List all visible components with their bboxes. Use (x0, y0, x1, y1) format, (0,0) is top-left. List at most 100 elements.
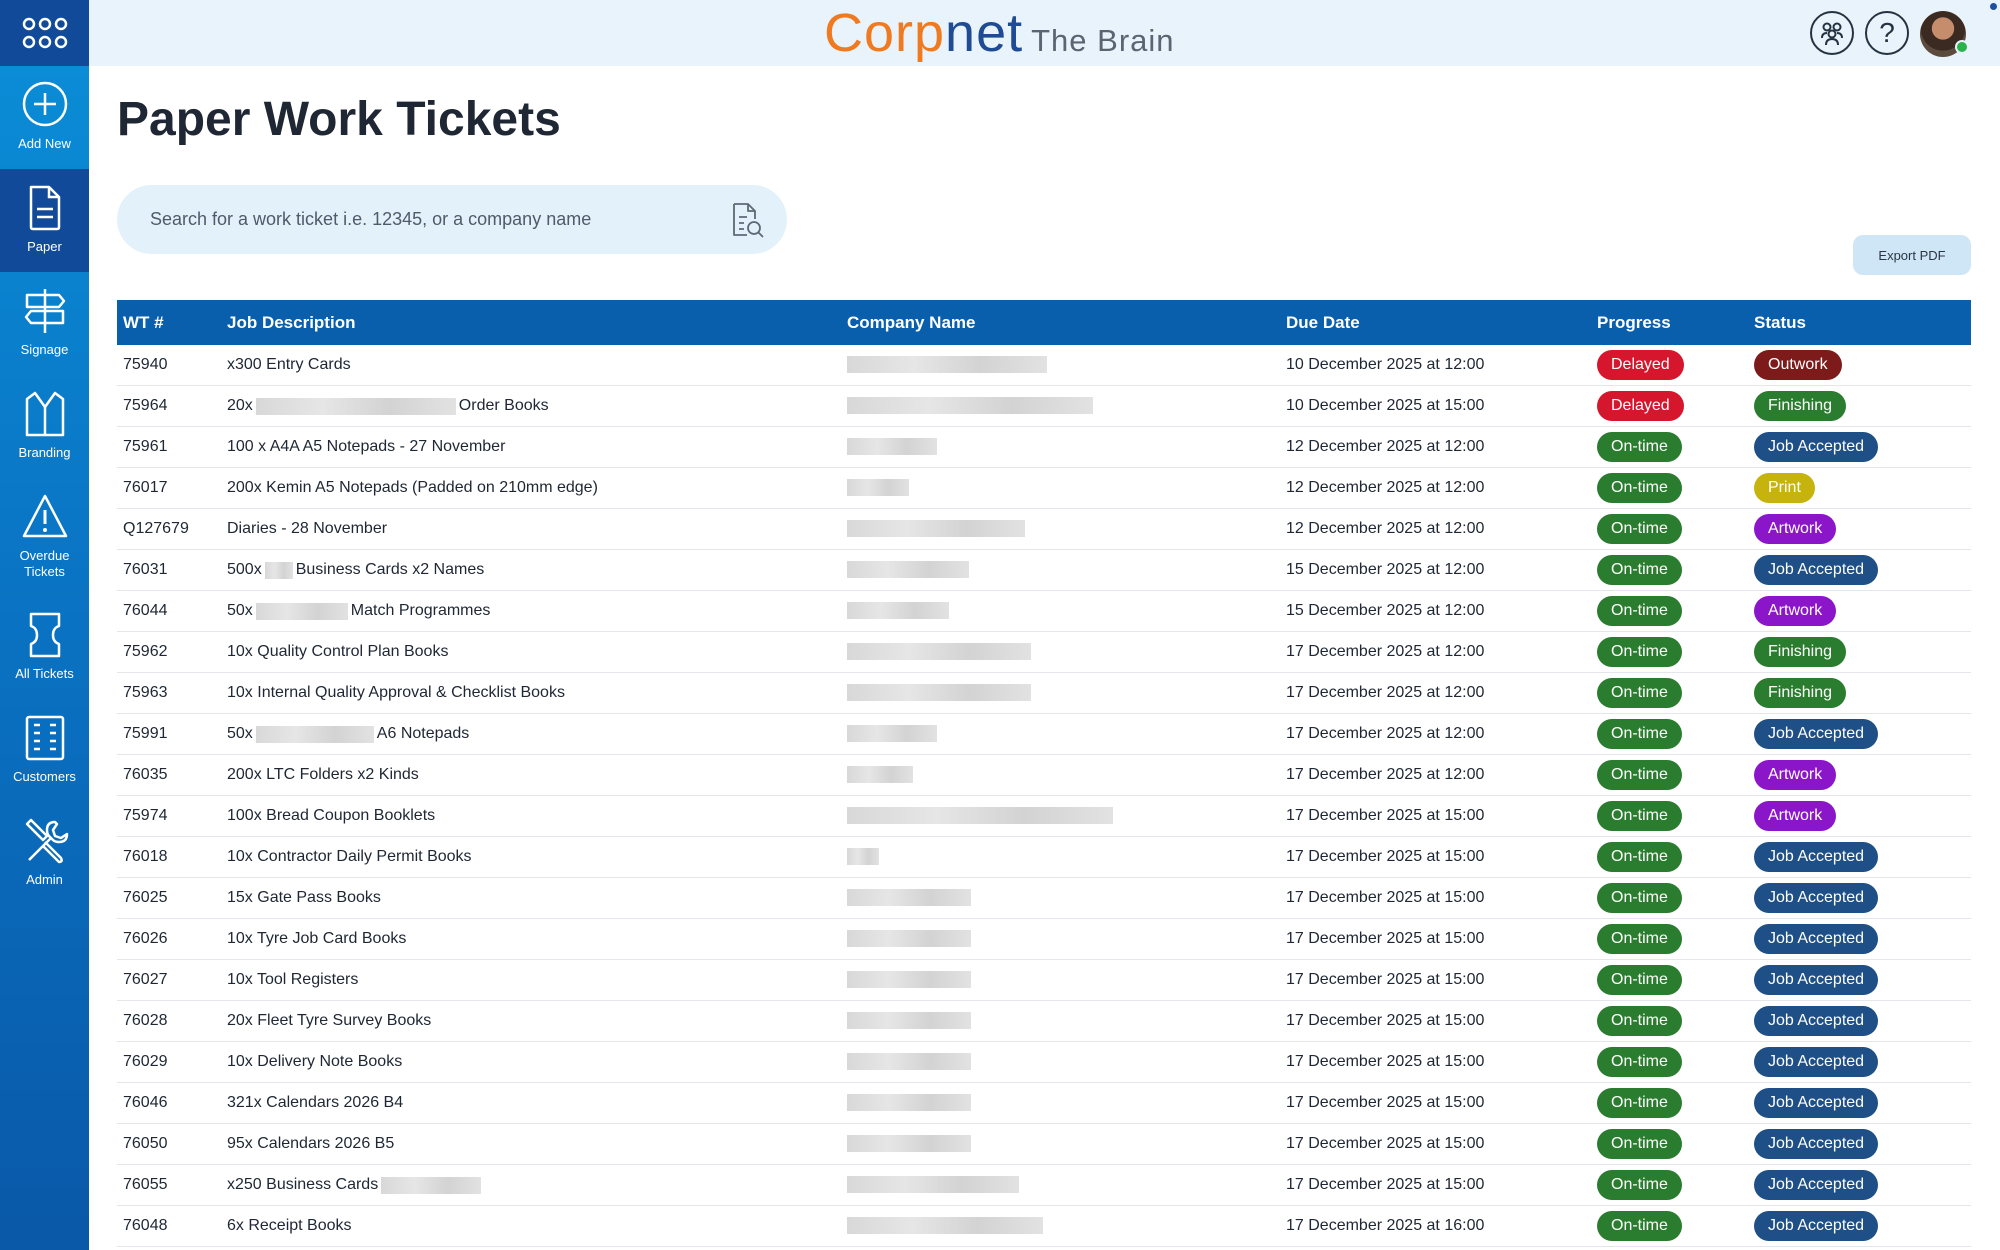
sidebar-item-add-new[interactable]: Add New (0, 66, 89, 169)
redacted-text (255, 725, 374, 743)
progress-badge: On-time (1597, 1170, 1682, 1200)
table-row[interactable]: 76050 95x Calendars 2026 B5 17 December 20… (117, 1124, 1971, 1165)
status-badge: Finishing (1754, 678, 1847, 708)
table-row[interactable]: 76055 x250 Business Cards 17 December 2025… (117, 1165, 1971, 1206)
redacted-company-name (847, 643, 1031, 661)
wt-number[interactable]: 75961 (117, 438, 227, 456)
table-row[interactable]: 75962 10x Quality Control Plan Books 17 De… (117, 632, 1971, 673)
progress-cell: On-time (1597, 1170, 1754, 1200)
table-row[interactable]: 76046 321x Calendars 2026 B4 17 December 2… (117, 1083, 1971, 1124)
status-badge: Job Accepted (1754, 555, 1879, 585)
team-button[interactable] (1810, 11, 1854, 55)
table-row[interactable]: 75940 x300 Entry Cards 10 December 2025 at… (117, 345, 1971, 386)
wt-number[interactable]: 76018 (117, 848, 227, 866)
apps-grid-button[interactable] (0, 0, 89, 66)
wt-number[interactable]: 76028 (117, 1012, 227, 1030)
sidebar-item-all-tickets[interactable]: All Tickets (0, 596, 89, 699)
sidebar-item-customers[interactable]: Customers (0, 699, 89, 802)
sidebar-item-branding[interactable]: Branding (0, 375, 89, 478)
wt-number[interactable]: 76048 (117, 1217, 227, 1235)
table-row[interactable]: 75991 50x A6 Notepads 17 December 2025 at 1… (117, 714, 1971, 755)
job-description-cell: 100 x A4A A5 Notepads - 27 November (227, 438, 847, 456)
wt-number[interactable]: Q127679 (117, 520, 227, 538)
table-row[interactable]: 75963 10x Internal Quality Approval & Che… (117, 673, 1971, 714)
column-header-job-description[interactable]: Job Description (227, 313, 847, 333)
table-row[interactable]: 76017 200x Kemin A5 Notepads (Padded on 2… (117, 468, 1971, 509)
table-row[interactable]: 76048 6x Receipt Books 17 December 2025 at… (117, 1206, 1971, 1247)
redacted-company-name (847, 356, 1047, 374)
column-header-status[interactable]: Status (1754, 313, 1971, 333)
search-input[interactable]: Search for a work ticket i.e. 12345, or … (150, 209, 591, 230)
company-name-cell (847, 479, 1286, 497)
wt-number[interactable]: 75964 (117, 397, 227, 415)
building-icon (25, 715, 64, 761)
progress-cell: On-time (1597, 1006, 1754, 1036)
signpost-icon (24, 289, 65, 333)
wt-number[interactable]: 76055 (117, 1176, 227, 1194)
sidebar-item-paper[interactable]: Paper (0, 169, 89, 272)
status-badge: Job Accepted (1754, 1088, 1879, 1118)
wt-number[interactable]: 76026 (117, 930, 227, 948)
due-date: 17 December 2025 at 12:00 (1286, 725, 1485, 742)
wt-number[interactable]: 76025 (117, 889, 227, 907)
table-row[interactable]: 76027 10x Tool Registers 17 December 2025 … (117, 960, 1971, 1001)
help-button[interactable]: ? (1865, 11, 1909, 55)
status-badge: Print (1754, 473, 1815, 503)
wt-number[interactable]: 76017 (117, 479, 227, 497)
table-row[interactable]: 75964 20x Order Books 10 December 2025 at 1… (117, 386, 1971, 427)
sidebar-item-signage[interactable]: Signage (0, 272, 89, 375)
wt-number[interactable]: 75963 (117, 684, 227, 702)
column-header-progress[interactable]: Progress (1597, 313, 1754, 333)
status-cell: Job Accepted (1754, 555, 1971, 585)
redacted-company-name (847, 1094, 971, 1112)
redacted-text (255, 602, 348, 620)
company-name-cell (847, 1135, 1286, 1153)
export-pdf-button[interactable]: Export PDF (1853, 235, 1971, 275)
wt-number[interactable]: 76027 (117, 971, 227, 989)
progress-badge: On-time (1597, 1211, 1682, 1241)
table-row[interactable]: 76028 20x Fleet Tyre Survey Books 17 Decem… (117, 1001, 1971, 1042)
wt-number[interactable]: 76046 (117, 1094, 227, 1112)
table-row[interactable]: 75974 100x Bread Coupon Booklets 17 Decemb… (117, 796, 1971, 837)
job-description-cell: 50x Match Programmes (227, 602, 847, 620)
progress-badge: On-time (1597, 473, 1682, 503)
table-row[interactable]: 76025 15x Gate Pass Books 17 December 2025… (117, 878, 1971, 919)
wt-number[interactable]: 76050 (117, 1135, 227, 1153)
table-row[interactable]: 76035 200x LTC Folders x2 Kinds 17 Decembe… (117, 755, 1971, 796)
table-row[interactable]: 76026 10x Tyre Job Card Books 17 December … (117, 919, 1971, 960)
wt-number[interactable]: 76035 (117, 766, 227, 784)
table-row[interactable]: 75961 100 x A4A A5 Notepads - 27 November… (117, 427, 1971, 468)
progress-cell: On-time (1597, 1129, 1754, 1159)
sidebar-item-label: Branding (18, 445, 71, 460)
table-row[interactable]: 76044 50x Match Programmes 15 December 2025… (117, 591, 1971, 632)
column-header-due-date[interactable]: Due Date (1286, 313, 1597, 333)
wt-number[interactable]: 76029 (117, 1053, 227, 1071)
progress-badge: On-time (1597, 555, 1682, 585)
wt-number[interactable]: 75991 (117, 725, 227, 743)
sidebar-item-overdue-tickets[interactable]: Overdue Tickets (0, 478, 89, 590)
table-header: WT # Job Description Company Name Due Da… (117, 300, 1971, 345)
wt-number[interactable]: 75962 (117, 643, 227, 661)
table-row[interactable]: Q127679 Diaries - 28 November 12 December … (117, 509, 1971, 550)
progress-cell: On-time (1597, 678, 1754, 708)
table-row[interactable]: 76031 500x Business Cards x2 Names 15 Decem… (117, 550, 1971, 591)
column-header-wt[interactable]: WT # (117, 313, 227, 333)
column-header-company-name[interactable]: Company Name (847, 313, 1286, 333)
table-row[interactable]: 76018 10x Contractor Daily Permit Books 17… (117, 837, 1971, 878)
job-description-cell: 10x Quality Control Plan Books (227, 643, 847, 661)
wt-number[interactable]: 75974 (117, 807, 227, 825)
document-search-icon[interactable] (729, 201, 765, 239)
wt-number[interactable]: 76044 (117, 602, 227, 620)
redacted-company-name (847, 684, 1031, 702)
search-bar[interactable]: Search for a work ticket i.e. 12345, or … (117, 185, 787, 254)
job-description: 10x Tyre Job Card Books (227, 930, 407, 947)
progress-badge: Delayed (1597, 391, 1684, 421)
help-icon: ? (1879, 17, 1895, 48)
due-date: 17 December 2025 at 15:00 (1286, 930, 1485, 947)
job-description: 10x Internal Quality Approval & Checklis… (227, 684, 565, 701)
status-badge: Artwork (1754, 514, 1837, 544)
wt-number[interactable]: 75940 (117, 356, 227, 374)
table-row[interactable]: 76029 10x Delivery Note Books 17 December … (117, 1042, 1971, 1083)
wt-number[interactable]: 76031 (117, 561, 227, 579)
sidebar-item-admin[interactable]: Admin (0, 802, 89, 905)
